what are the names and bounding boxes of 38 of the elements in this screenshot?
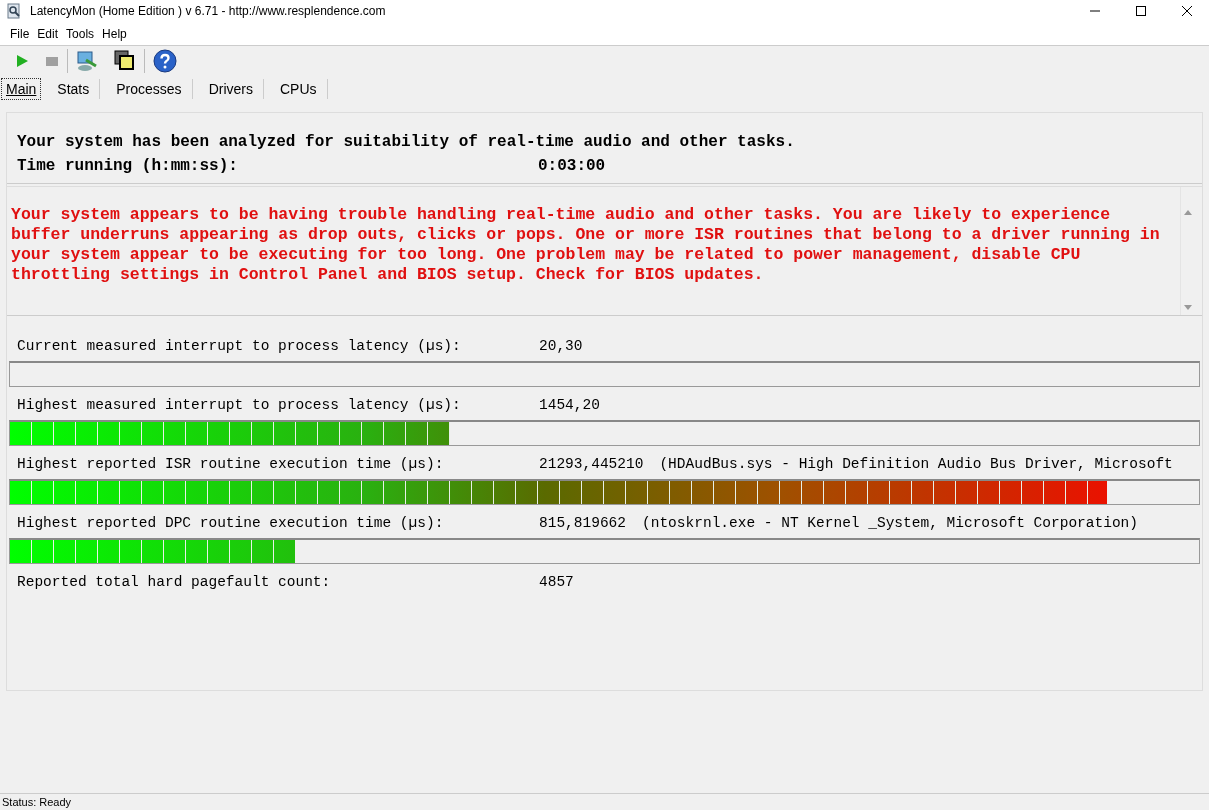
time-label: Time running (h:mm:ss): [17, 157, 239, 175]
stop-icon[interactable] [45, 54, 59, 68]
tab[interactable]: Stats [47, 79, 101, 99]
time-value: 0:03:00 [538, 157, 606, 175]
windows-icon[interactable] [114, 50, 136, 72]
measurement-label: Highest reported DPC routine execution time (µs): [17, 515, 445, 531]
verdict-text: Your system appears to be having trouble handling real-time audio and other tasks. You are likely to experience buffer underruns appearing as drop outs, clicks or pops. One or more ISR routines that belong to a driver running in your system appear to be executing for too long. One problem may be related to power management, disable CPU throttling settings in Control Panel and BIOS setup. Check for BIOS updates. [11, 205, 1161, 286]
measurement-label: Reported total hard pagefault count: [17, 574, 332, 590]
computer-icon[interactable] [76, 50, 98, 72]
measurement-detail: (ntoskrnl.exe - NT Kernel _System, Microsoft Corporation) [642, 515, 1138, 531]
measurement-value: 815,819662 [539, 515, 626, 531]
close-icon[interactable] [1181, 5, 1193, 17]
status-text: Status: Ready [0, 793, 1209, 810]
menu-item[interactable]: File [10, 26, 30, 41]
measurement-value: 1454,20 [539, 397, 600, 413]
measurement-label: Current measured interrupt to process latency (µs): [17, 338, 462, 354]
maximize-icon[interactable] [1135, 5, 1147, 17]
measurement-label: Highest measured interrupt to process latency (µs): [17, 397, 462, 413]
measurement-value: 4857 [539, 574, 574, 590]
menu-item[interactable]: Help [102, 26, 127, 41]
measurement-detail: (HDAudBus.sys - High Definition Audio Bus Driver, Microsoft [659, 456, 1173, 472]
scroll-up-icon[interactable] [1184, 209, 1192, 215]
window-title: LatencyMon (Home Edition ) v 6.71 - http://www.resplendence.com [30, 4, 386, 18]
app-icon [6, 3, 22, 19]
scrollbar[interactable] [1180, 187, 1195, 315]
tab[interactable]: CPUs [269, 79, 328, 99]
measurement-value: 20,30 [539, 338, 583, 354]
tab[interactable]: Processes [106, 79, 193, 99]
measurement-label: Highest reported ISR routine execution time (µs): [17, 456, 445, 472]
scroll-down-icon[interactable] [1184, 305, 1192, 311]
play-icon[interactable] [15, 54, 29, 68]
menu-item[interactable]: Edit [37, 26, 59, 41]
menu-item[interactable]: Tools [66, 26, 95, 41]
tab[interactable]: Drivers [198, 79, 264, 99]
summary-headline: Your system has been analyzed for suitability of real-time audio and other tasks. [17, 133, 796, 151]
measurement-value: 21293,445210 [539, 456, 644, 472]
tab[interactable]: Main [1, 78, 42, 100]
help-icon[interactable] [153, 49, 177, 73]
